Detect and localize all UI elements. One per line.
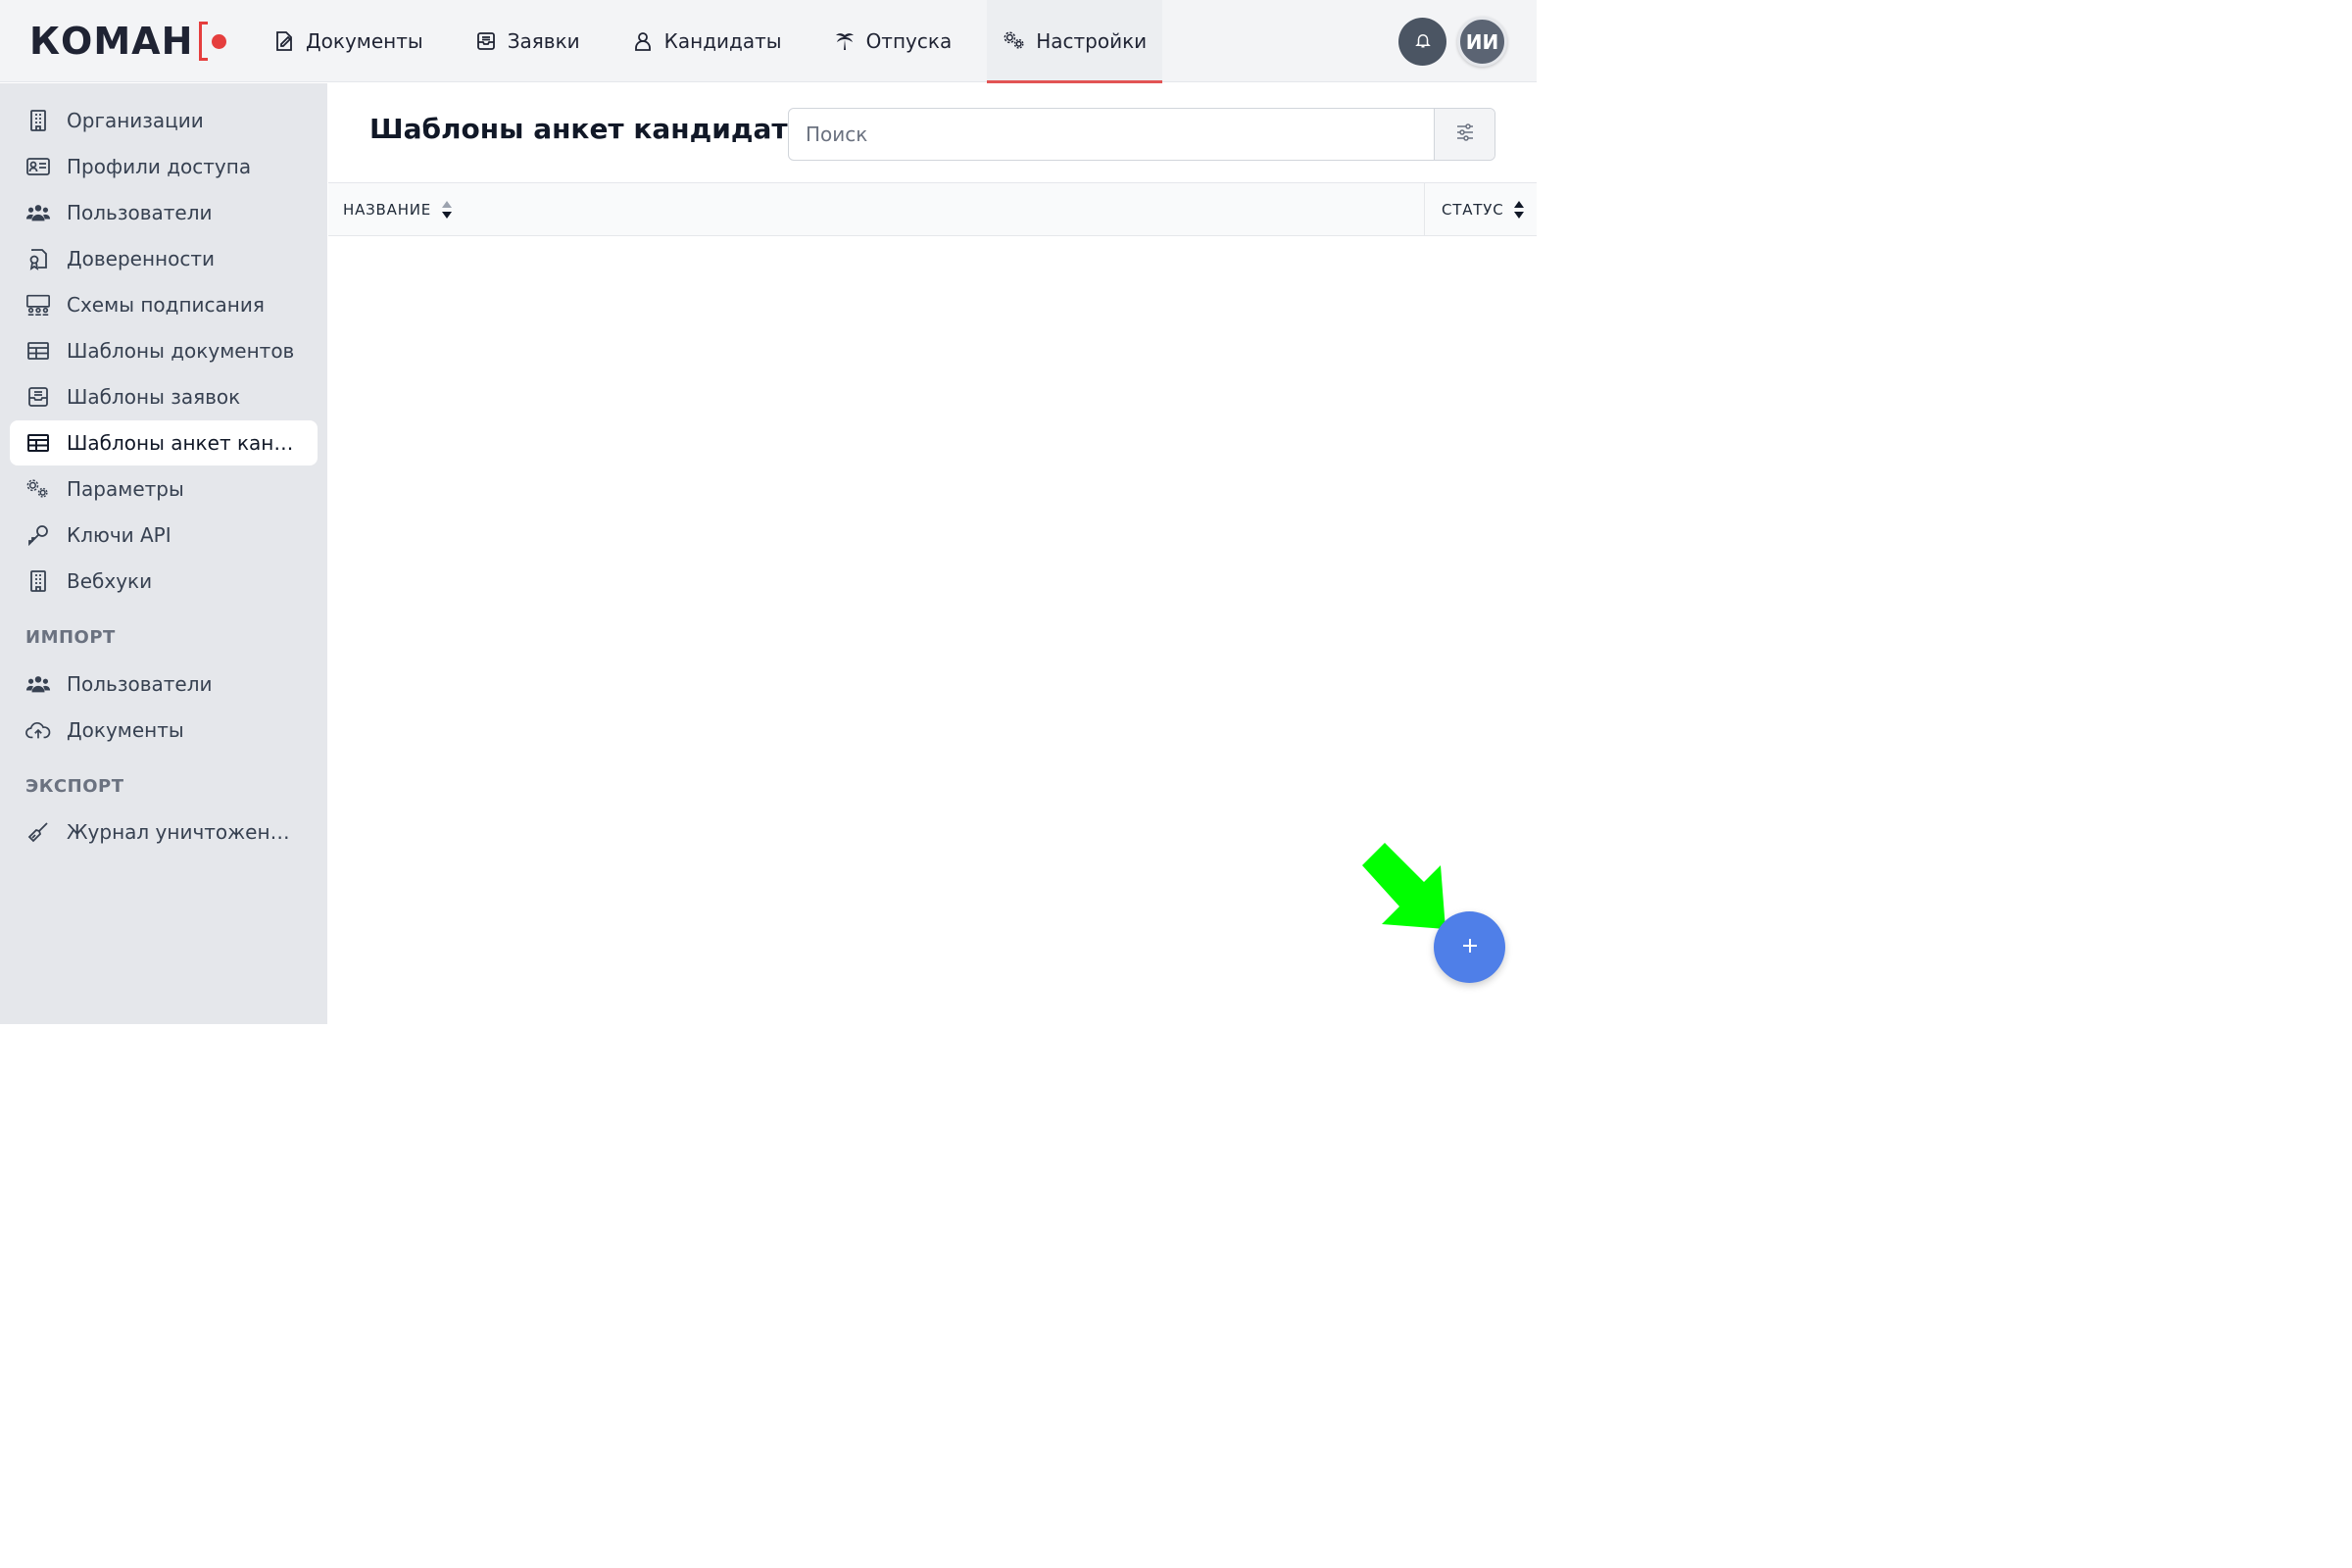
sidebar-item-signing-schemes[interactable]: Схемы подписания [10,282,318,327]
sidebar-item-label: Шаблоны документов [67,339,295,363]
add-template-button[interactable] [1434,911,1505,983]
table-icon [25,338,51,364]
sidebar-item-document-templates[interactable]: Шаблоны документов [10,328,318,373]
nav-item-label: Кандидаты [663,29,782,53]
users-icon [25,200,51,225]
nav-item-label: Настройки [1036,29,1148,53]
sidebar-item-access-profiles[interactable]: Профили доступа [10,144,318,189]
table-icon [25,430,51,456]
sidebar-item-powers-of-attorney[interactable]: Доверенности [10,236,318,281]
sort-icon [1513,200,1525,220]
sliders-icon [1455,123,1475,145]
nav-item-documents[interactable]: Документы [257,0,439,82]
users-icon [25,671,51,697]
broom-icon [25,819,51,845]
sidebar-item-label: Пользователи [67,672,213,696]
logo-text: КОМАН [29,20,194,63]
nav-item-candidates[interactable]: Кандидаты [615,0,798,82]
document-edit-icon [272,29,296,53]
signing-scheme-icon [25,292,51,318]
sidebar-item-webhooks[interactable]: Вебхуки [10,559,318,604]
logo[interactable]: КОМАН [29,18,227,65]
avatar-initials: ИИ [1465,29,1499,54]
table-header: НАЗВАНИЕ СТАТУС [328,182,1537,236]
sidebar-item-import-users[interactable]: Пользователи [10,662,318,707]
sidebar-section-import: ИМПОРТ [25,627,116,648]
sort-icon [441,200,453,220]
nav-item-label: Отпуска [865,29,953,53]
building-icon [25,108,51,133]
sidebar-item-label: Журнал уничтожения документов [67,820,302,844]
column-header-name[interactable]: НАЗВАНИЕ [343,183,453,235]
gears-icon [25,476,51,502]
key-icon [25,522,51,548]
cloud-upload-icon [25,717,51,743]
sidebar-item-import-documents[interactable]: Документы [10,708,318,753]
sidebar-item-label: Пользователи [67,201,213,224]
sidebar-item-request-templates[interactable]: Шаблоны заявок [10,374,318,419]
sidebar-item-label: Организации [67,109,204,132]
column-header-label: НАЗВАНИЕ [343,200,432,219]
filter-button[interactable] [1434,109,1494,160]
sidebar-item-label: Шаблоны заявок [67,385,241,409]
inbox-icon [25,384,51,410]
notifications-button[interactable] [1398,18,1446,66]
nav-item-settings[interactable]: Настройки [987,0,1163,83]
main-nav: Документы Заявки Кандидаты Отпуска Настр… [257,0,1163,83]
sidebar-section-export: ЭКСПОРТ [25,776,124,797]
nav-item-label: Заявки [507,29,580,53]
logo-dot-mark [212,33,227,49]
sidebar-item-parameters[interactable]: Параметры [10,466,318,512]
sidebar-item-label: Ключи API [67,523,172,547]
plus-icon [1460,936,1480,959]
nav-item-vacations[interactable]: Отпуска [817,0,968,82]
search-input[interactable] [789,109,1434,160]
top-header: КОМАН Документы Заявки Кандидаты Отпуска… [0,0,1537,83]
sidebar-item-label: Профили доступа [67,155,252,178]
logo-bracket-mark [199,22,209,61]
column-header-status[interactable]: СТАТУС [1424,183,1525,235]
avatar[interactable]: ИИ [1457,17,1507,67]
nav-item-label: Документы [306,29,423,53]
search-bar [788,108,1495,161]
nav-item-requests[interactable]: Заявки [459,0,596,82]
sidebar-item-label: Схемы подписания [67,293,265,317]
column-header-label: СТАТУС [1442,200,1504,219]
settings-gears-icon [1003,29,1026,53]
candidate-icon [631,29,655,53]
sidebar-item-destruction-log[interactable]: Журнал уничтожения документов [10,809,318,855]
sidebar-item-label: Шаблоны анкет кандидатов [67,431,302,455]
sidebar-item-label: Документы [67,718,184,742]
annotation-arrow-icon [1362,843,1446,929]
sidebar-item-label: Вебхуки [67,569,153,593]
bell-icon [1414,31,1432,53]
sidebar-item-label: Доверенности [67,247,215,270]
sidebar-item-users[interactable]: Пользователи [10,190,318,235]
page-title: Шаблоны анкет кандидатов [369,113,824,145]
palm-tree-icon [833,29,857,53]
sidebar-item-organizations[interactable]: Организации [10,98,318,143]
inbox-icon [474,29,498,53]
certificate-icon [25,246,51,271]
sidebar-item-label: Параметры [67,477,184,501]
id-card-icon [25,154,51,179]
building-icon [25,568,51,594]
sidebar-item-candidate-form-templates[interactable]: Шаблоны анкет кандидатов [10,420,318,466]
sidebar-item-api-keys[interactable]: Ключи API [10,513,318,558]
